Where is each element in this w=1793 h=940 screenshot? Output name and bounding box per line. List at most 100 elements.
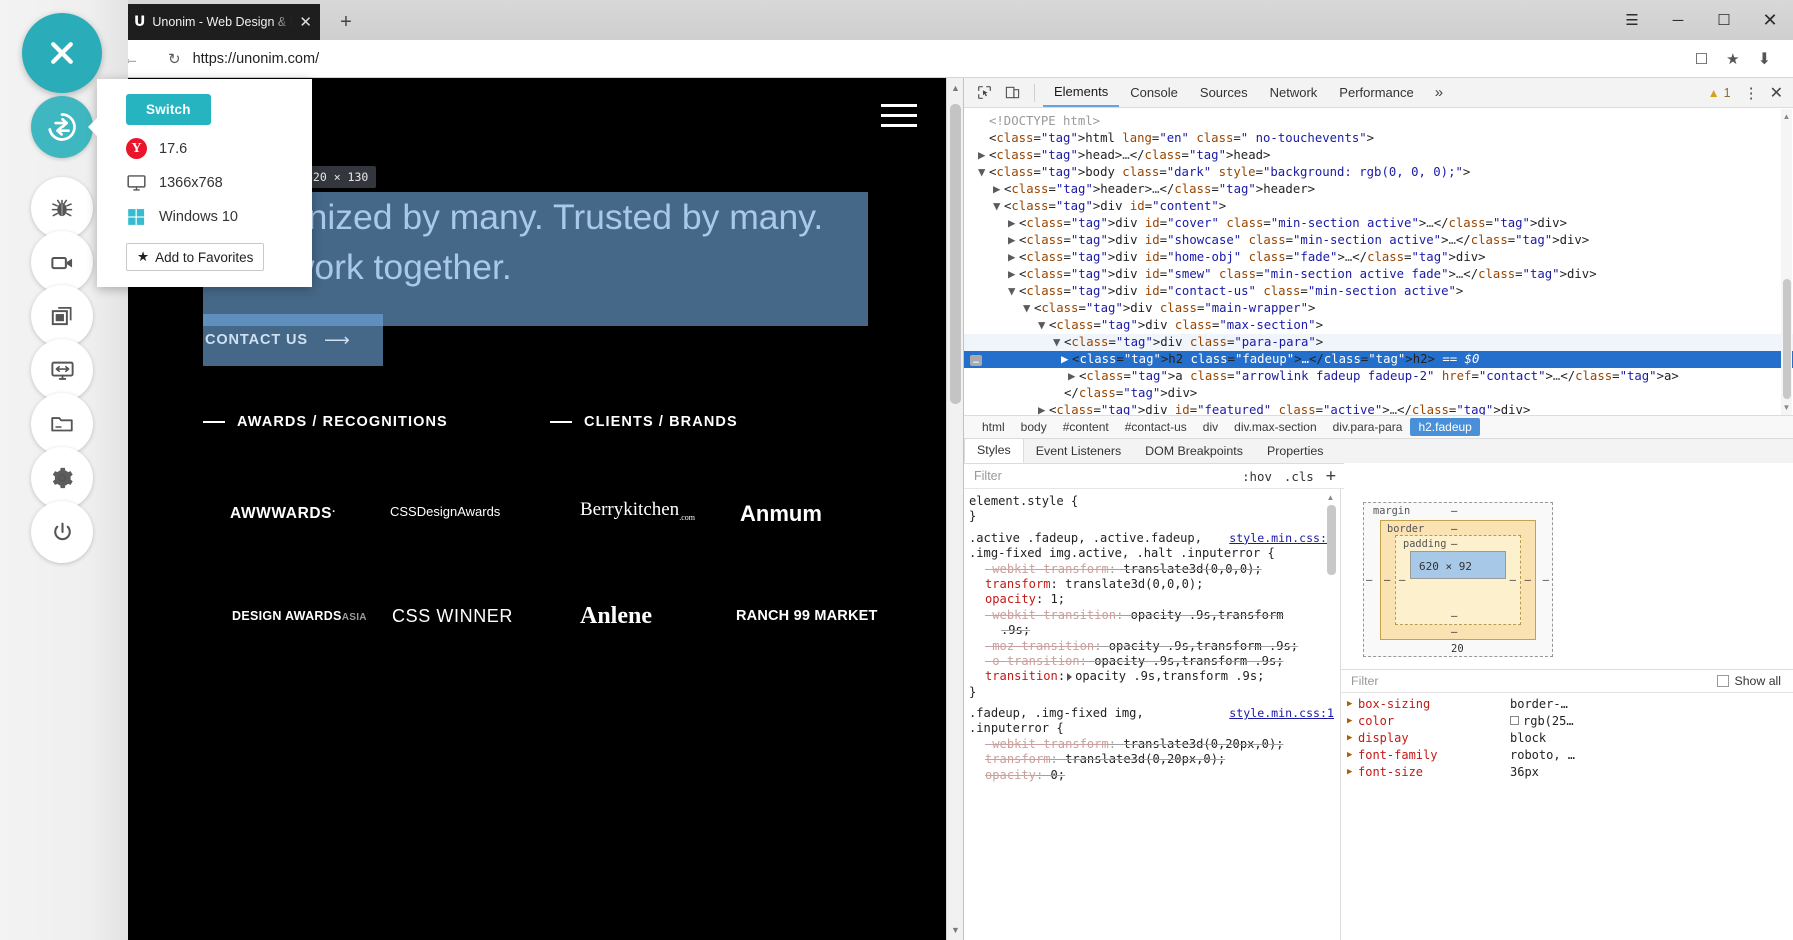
dom-node[interactable]: <!DOCTYPE html> xyxy=(964,113,1793,130)
computed-property-row[interactable]: ▶font-size36px xyxy=(1341,763,1793,780)
power-button[interactable] xyxy=(31,501,93,563)
tab-close-icon[interactable]: ✕ xyxy=(299,15,312,30)
disclosure-triangle-icon[interactable]: ▶ xyxy=(1068,368,1079,385)
record-video-button[interactable] xyxy=(31,231,93,293)
css-selector[interactable]: style.min.css:1.active .fadeup, .active.… xyxy=(969,531,1340,546)
dom-node[interactable]: ▶<class="tag">div id="smew" class="min-s… xyxy=(964,266,1793,283)
css-selector-cont[interactable]: .inputerror { xyxy=(969,721,1340,736)
expand-arrow-icon[interactable]: ▶ xyxy=(1347,767,1358,777)
dom-node[interactable]: ▶<class="tag">div id="cover" class="min-… xyxy=(964,215,1793,232)
maximize-button[interactable]: ☐ xyxy=(1701,0,1747,40)
styles-subtab-properties[interactable]: Properties xyxy=(1255,440,1335,463)
settings-button[interactable] xyxy=(31,447,93,509)
menu-button[interactable]: ☰ xyxy=(1609,0,1655,40)
border-right-value[interactable]: – xyxy=(1525,574,1531,586)
new-tab-button[interactable]: + xyxy=(332,8,360,36)
dom-node[interactable]: <class="tag">html lang="en" class=" no-t… xyxy=(964,130,1793,147)
computed-property-row[interactable]: ▶colorrgb(25… xyxy=(1341,712,1793,729)
page-scrollbar-thumb[interactable] xyxy=(950,104,961,404)
switch-button[interactable]: Switch xyxy=(126,94,211,125)
css-declaration[interactable]: opacity: 0; xyxy=(969,768,1340,783)
browser-tab[interactable]: U Unonim - Web Design & D ✕ xyxy=(124,4,320,40)
breadcrumb-item[interactable]: div xyxy=(1195,418,1226,436)
popup-row-os[interactable]: Windows 10 xyxy=(126,206,312,227)
hov-toggle[interactable]: :hov xyxy=(1242,469,1272,484)
disclosure-triangle-icon[interactable]: ▶ xyxy=(978,147,989,164)
breadcrumb-item[interactable]: h2.fadeup xyxy=(1410,418,1479,436)
padding-bottom-value[interactable]: – xyxy=(1451,610,1457,622)
css-declaration[interactable]: .9s; xyxy=(969,623,1340,638)
bookmark-star-icon[interactable]: ★ xyxy=(1726,50,1739,68)
screenshot-button[interactable] xyxy=(31,285,93,347)
disclosure-triangle-icon[interactable]: ▼ xyxy=(1053,334,1064,351)
disclosure-triangle-icon[interactable]: ▼ xyxy=(1038,317,1049,334)
expand-arrow-icon[interactable]: ▶ xyxy=(1347,750,1358,760)
scroll-down-arrow-icon[interactable]: ▼ xyxy=(951,925,960,935)
inspect-element-icon[interactable] xyxy=(970,80,998,106)
dom-node-selected[interactable]: …▶<class="tag">h2 class="fadeup">…</clas… xyxy=(964,351,1793,368)
report-bug-button[interactable] xyxy=(31,177,93,239)
download-icon[interactable]: ⬇ xyxy=(1758,49,1771,69)
styles-subtab-styles[interactable]: Styles xyxy=(964,438,1024,463)
scroll-up-arrow-icon[interactable]: ▲ xyxy=(1782,112,1791,121)
scroll-up-arrow-icon[interactable]: ▲ xyxy=(1326,493,1335,502)
css-declaration[interactable]: opacity: 1; xyxy=(969,592,1340,607)
dom-node[interactable]: </class="tag">div> xyxy=(964,385,1793,402)
dom-tree[interactable]: <!DOCTYPE html><class="tag">html lang="e… xyxy=(964,109,1793,415)
margin-top-value[interactable]: – xyxy=(1451,505,1457,517)
scroll-down-arrow-icon[interactable]: ▼ xyxy=(1782,403,1791,412)
disclosure-triangle-icon[interactable]: ▼ xyxy=(1008,283,1019,300)
devtools-close-icon[interactable]: ✕ xyxy=(1768,83,1793,103)
border-left-value[interactable]: – xyxy=(1384,574,1390,586)
css-declaration[interactable]: -o-transition: opacity .9s,transform .9s… xyxy=(969,654,1340,669)
popup-row-resolution[interactable]: 1366x768 xyxy=(126,172,312,193)
css-pane-scrollbar[interactable]: ▲ xyxy=(1326,493,1337,693)
computed-property-row[interactable]: ▶font-familyroboto, … xyxy=(1341,746,1793,763)
close-session-button[interactable] xyxy=(22,13,102,93)
breadcrumb-item[interactable]: body xyxy=(1013,418,1055,436)
dom-tree-scrollbar[interactable]: ▲ ▼ xyxy=(1781,109,1792,415)
border-bottom-value[interactable]: – xyxy=(1451,626,1457,638)
dom-node[interactable]: ▶<class="tag">a class="arrowlink fadeup … xyxy=(964,368,1793,385)
disclosure-triangle-icon[interactable]: ▶ xyxy=(1008,249,1019,266)
disclosure-triangle-icon[interactable]: ▶ xyxy=(993,181,1004,198)
css-source-link[interactable]: style.min.css:1 xyxy=(1229,706,1340,721)
disclosure-triangle-icon[interactable]: ▶ xyxy=(1038,402,1049,415)
css-selector[interactable]: element.style { xyxy=(969,494,1340,509)
margin-left-value[interactable]: – xyxy=(1366,574,1372,586)
content-size-value[interactable]: 620 × 92 xyxy=(1419,560,1472,573)
popup-row-browser[interactable]: Y 17.6 xyxy=(126,138,312,159)
checkbox-icon[interactable] xyxy=(1717,675,1729,687)
more-tabs-icon[interactable]: » xyxy=(1425,84,1453,101)
css-declaration[interactable]: -moz-transition: opacity .9s,transform .… xyxy=(969,639,1340,654)
address-bar[interactable]: ↻ https://unonim.com/ xyxy=(168,44,1685,74)
dom-node[interactable]: ▶<class="tag">div id="featured" class="a… xyxy=(964,402,1793,415)
breadcrumb-item[interactable]: #contact-us xyxy=(1117,418,1195,436)
css-selector[interactable]: style.min.css:1.fadeup, .img-fixed img, xyxy=(969,706,1340,721)
padding-left-value[interactable]: – xyxy=(1399,574,1405,586)
breadcrumb[interactable]: htmlbody#content#contact-usdivdiv.max-se… xyxy=(964,415,1793,438)
hamburger-menu-icon[interactable] xyxy=(881,104,917,134)
dom-node[interactable]: ▶<class="tag">head>…</class="tag">head> xyxy=(964,147,1793,164)
dom-node[interactable]: ▼<class="tag">div class="max-section"> xyxy=(964,317,1793,334)
css-rules-pane[interactable]: element.style {}style.min.css:1.active .… xyxy=(964,489,1340,940)
computed-property-row[interactable]: ▶displayblock xyxy=(1341,729,1793,746)
computed-property-row[interactable]: ▶box-sizingborder-… xyxy=(1341,695,1793,712)
disclosure-triangle-icon[interactable]: ▼ xyxy=(993,198,1004,215)
local-files-button[interactable] xyxy=(31,393,93,455)
expand-arrow-icon[interactable]: ▶ xyxy=(1347,716,1358,726)
expand-arrow-icon[interactable]: ▶ xyxy=(1347,699,1358,709)
border-top-value[interactable]: – xyxy=(1451,523,1457,535)
responsive-button[interactable] xyxy=(31,339,93,401)
css-declaration[interactable]: transform: translate3d(0,0,0); xyxy=(969,577,1340,592)
disclosure-triangle-icon[interactable]: ▶ xyxy=(1008,266,1019,283)
page-scrollbar[interactable]: ▲ ▼ xyxy=(946,78,963,940)
tab-console[interactable]: Console xyxy=(1119,80,1189,106)
css-rule[interactable]: element.style {} xyxy=(969,494,1340,531)
breadcrumb-item[interactable]: html xyxy=(974,418,1013,436)
css-declaration[interactable]: -webkit-transform: translate3d(0,0,0); xyxy=(969,562,1340,577)
padding-right-value[interactable]: – xyxy=(1510,574,1516,586)
breadcrumb-item[interactable]: div.para-para xyxy=(1325,418,1411,436)
breadcrumb-item[interactable]: div.max-section xyxy=(1226,418,1324,436)
dom-node[interactable]: ▶<class="tag">div id="showcase" class="m… xyxy=(964,232,1793,249)
